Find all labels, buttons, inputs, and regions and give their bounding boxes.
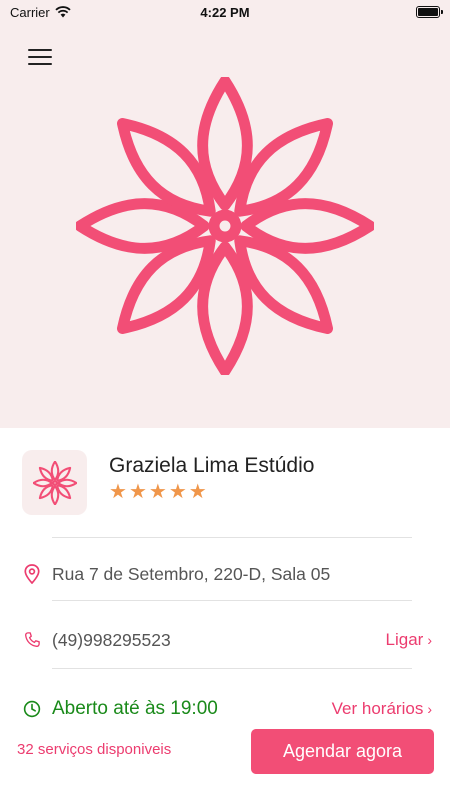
star-icon: ★ xyxy=(148,481,167,503)
call-label: Ligar xyxy=(385,630,424,649)
divider xyxy=(52,600,412,601)
star-icon: ★ xyxy=(128,481,147,503)
view-hours-label: Ver horários xyxy=(331,699,424,718)
chevron-right-icon: › xyxy=(427,632,432,648)
open-status: Aberto até às 19:00 xyxy=(52,698,218,719)
book-now-button[interactable]: Agendar agora xyxy=(251,729,434,774)
lotus-flower-icon xyxy=(32,460,77,505)
carrier-label: Carrier xyxy=(10,4,50,20)
hours-row: Aberto até às 19:00 Ver horários › xyxy=(22,694,432,724)
divider xyxy=(52,537,412,538)
wifi-icon xyxy=(55,6,71,18)
business-name: Graziela Lima Estúdio xyxy=(109,454,315,477)
phone-row: (49)998295523 Ligar › xyxy=(22,625,432,655)
hero-banner xyxy=(0,0,450,428)
call-link[interactable]: Ligar › xyxy=(386,630,432,650)
hamburger-menu-icon[interactable] xyxy=(22,42,58,72)
business-logo xyxy=(22,450,87,515)
phone-number: (49)998295523 xyxy=(52,629,171,650)
lotus-flower-icon xyxy=(76,77,374,375)
view-hours-link[interactable]: Ver horários › xyxy=(332,699,432,719)
battery-icon xyxy=(416,6,443,18)
services-count: 32 serviços disponiveis xyxy=(17,741,172,758)
star-icon: ★ xyxy=(168,481,187,503)
rating-stars: ★ ★ ★ ★ ★ xyxy=(109,482,207,502)
bottom-action-bar: 32 serviços disponiveis Agendar agora xyxy=(0,727,450,777)
address-row[interactable]: Rua 7 de Setembro, 220-D, Sala 05 xyxy=(22,559,432,589)
location-pin-icon xyxy=(22,564,42,584)
star-icon: ★ xyxy=(188,481,207,503)
chevron-right-icon: › xyxy=(427,701,432,717)
phone-icon xyxy=(22,630,42,650)
business-header: Graziela Lima Estúdio ★ ★ ★ ★ ★ xyxy=(22,450,432,516)
clock-icon xyxy=(22,699,42,719)
star-icon: ★ xyxy=(109,481,127,503)
address-text: Rua 7 de Setembro, 220-D, Sala 05 xyxy=(52,563,331,584)
status-bar: Carrier 4:22 PM xyxy=(0,0,450,24)
divider xyxy=(52,668,412,669)
